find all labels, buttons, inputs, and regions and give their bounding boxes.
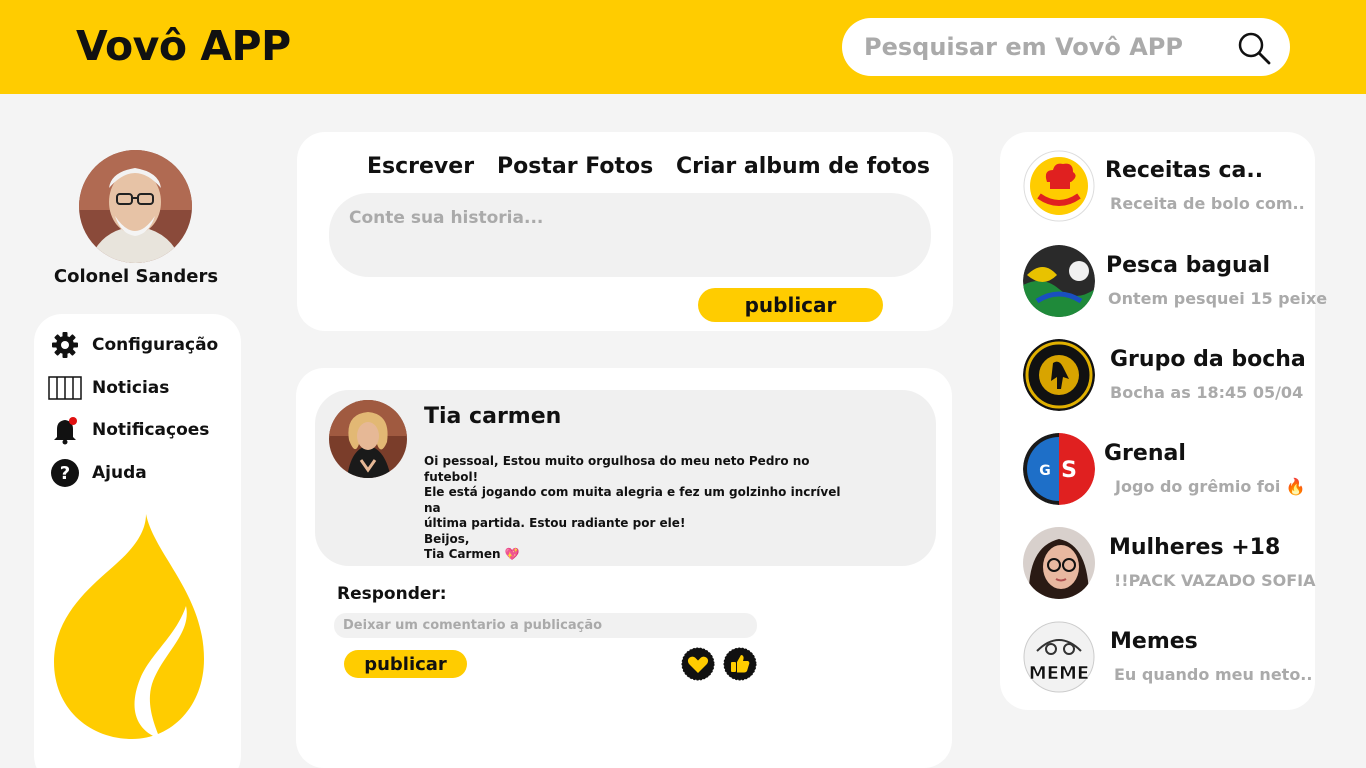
bocha-group-logo (1023, 339, 1095, 411)
group-last-message: !!PACK VAZADO SOFIA (1114, 571, 1316, 590)
meme-face: MEME (1023, 621, 1095, 693)
profile-avatar[interactable] (79, 150, 192, 263)
group-item-grenal[interactable]: S G Grenal Jogo do grêmio foi 🔥 (1023, 433, 1313, 505)
svg-text:G: G (1039, 463, 1051, 479)
menu-label: Ajuda (92, 463, 147, 483)
menu-label: Configuração (92, 335, 219, 355)
group-item-bocha[interactable]: Grupo da bocha Bocha as 18:45 05/04 (1023, 339, 1313, 411)
post-author-avatar[interactable] (329, 400, 407, 478)
top-bar: Vovô APP (0, 0, 1366, 94)
svg-text:MEME: MEME (1029, 663, 1089, 684)
search-input[interactable] (864, 27, 1214, 67)
group-last-message: Jogo do grêmio foi 🔥 (1115, 477, 1306, 496)
thumbs-up-icon[interactable] (723, 647, 757, 681)
groups-panel: Receitas ca.. Receita de bolo com.. Pesc… (1000, 132, 1327, 710)
publish-button[interactable]: publicar (698, 288, 883, 322)
cooking-group-logo (1023, 150, 1095, 222)
group-item-pesca[interactable]: Pesca bagual Ontem pesquei 15 peixe (1023, 245, 1327, 317)
post-author[interactable]: Tia carmen (424, 404, 561, 429)
app-logo[interactable]: Vovô APP (76, 22, 291, 70)
comment-input[interactable] (334, 613, 757, 638)
fishing-group-logo (1023, 245, 1095, 317)
group-name: Receitas ca.. (1105, 158, 1264, 183)
group-name: Grupo da bocha (1110, 347, 1306, 372)
menu-item-noticias[interactable]: Noticias (48, 373, 169, 403)
reply-label: Responder: (337, 584, 447, 604)
group-last-message: Bocha as 18:45 05/04 (1110, 383, 1304, 402)
flame-icon (54, 514, 204, 739)
woman-photo (1023, 527, 1095, 599)
group-last-message: Receita de bolo com.. (1110, 194, 1305, 213)
post-content: Tia carmen Oi pessoal, Estou muito orgul… (315, 390, 936, 566)
group-item-memes[interactable]: MEME Memes Eu quando meu neto.. (1023, 621, 1313, 693)
menu-item-notificacoes[interactable]: Notificaçoes (48, 415, 209, 445)
bell-icon (48, 415, 82, 445)
group-item-receitas[interactable]: Receitas ca.. Receita de bolo com.. (1023, 150, 1313, 222)
tab-postar-fotos[interactable]: Postar Fotos (497, 154, 653, 179)
search-icon[interactable] (1236, 30, 1272, 66)
post-text: Oi pessoal, Estou muito orgulhosa do meu… (424, 454, 841, 561)
heart-icon[interactable] (681, 647, 715, 681)
group-name: Grenal (1104, 441, 1186, 466)
group-name: Mulheres +18 (1109, 535, 1281, 560)
group-name: Pesca bagual (1106, 253, 1271, 278)
profile-name[interactable]: Colonel Sanders (30, 266, 242, 287)
left-menu: Configuração Noticias Notificaçoes ? Aju… (34, 314, 241, 768)
svg-text:S: S (1061, 458, 1077, 483)
grenal-logo: S G (1023, 433, 1095, 505)
menu-item-configuracao[interactable]: Configuração (48, 330, 218, 360)
menu-item-ajuda[interactable]: ? Ajuda (48, 458, 147, 488)
menu-label: Notificaçoes (92, 420, 210, 440)
search-bar (842, 18, 1290, 76)
group-last-message: Ontem pesquei 15 peixe (1108, 289, 1328, 308)
post-card: Tia carmen Oi pessoal, Estou muito orgul… (296, 368, 952, 768)
svg-text:?: ? (60, 463, 70, 484)
compose-card: Escrever Postar Fotos Criar album de fot… (297, 132, 953, 331)
gear-icon (48, 330, 82, 360)
help-icon: ? (48, 458, 82, 488)
newspaper-icon (48, 373, 82, 403)
group-last-message: Eu quando meu neto.. (1114, 665, 1313, 684)
tab-criar-album[interactable]: Criar album de fotos (676, 154, 930, 179)
tab-escrever[interactable]: Escrever (367, 154, 474, 179)
menu-label: Noticias (92, 378, 170, 398)
group-item-mulheres[interactable]: Mulheres +18 !!PACK VAZADO SOFIA (1023, 527, 1316, 599)
story-input[interactable] (329, 193, 931, 277)
group-name: Memes (1110, 629, 1198, 654)
reply-publish-button[interactable]: publicar (344, 650, 467, 678)
